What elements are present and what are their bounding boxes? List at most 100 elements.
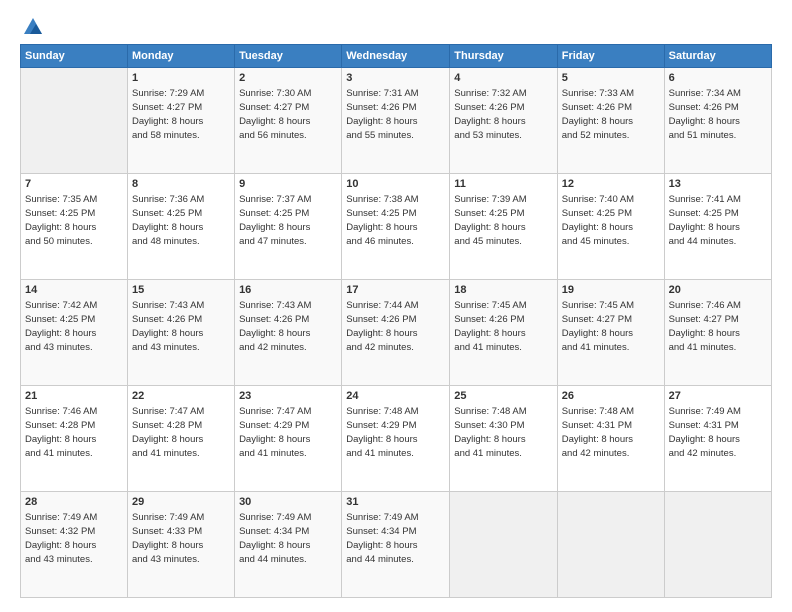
calendar-cell: 2Sunrise: 7:30 AMSunset: 4:27 PMDaylight… bbox=[235, 68, 342, 174]
day-info: Sunrise: 7:48 AMSunset: 4:29 PMDaylight:… bbox=[346, 405, 445, 460]
day-number: 20 bbox=[669, 283, 767, 298]
calendar-cell: 30Sunrise: 7:49 AMSunset: 4:34 PMDayligh… bbox=[235, 492, 342, 598]
logo-icon bbox=[22, 16, 44, 38]
calendar-cell bbox=[21, 68, 128, 174]
weekday-header-saturday: Saturday bbox=[664, 45, 771, 68]
calendar-cell: 22Sunrise: 7:47 AMSunset: 4:28 PMDayligh… bbox=[127, 386, 234, 492]
calendar-cell: 14Sunrise: 7:42 AMSunset: 4:25 PMDayligh… bbox=[21, 280, 128, 386]
day-info: Sunrise: 7:45 AMSunset: 4:26 PMDaylight:… bbox=[454, 299, 552, 354]
day-number: 28 bbox=[25, 495, 123, 510]
calendar-header: SundayMondayTuesdayWednesdayThursdayFrid… bbox=[21, 45, 772, 68]
day-info: Sunrise: 7:49 AMSunset: 4:34 PMDaylight:… bbox=[239, 511, 337, 566]
day-number: 9 bbox=[239, 177, 337, 192]
calendar-cell: 29Sunrise: 7:49 AMSunset: 4:33 PMDayligh… bbox=[127, 492, 234, 598]
calendar-cell: 18Sunrise: 7:45 AMSunset: 4:26 PMDayligh… bbox=[450, 280, 557, 386]
calendar-week-3: 21Sunrise: 7:46 AMSunset: 4:28 PMDayligh… bbox=[21, 386, 772, 492]
calendar-cell: 4Sunrise: 7:32 AMSunset: 4:26 PMDaylight… bbox=[450, 68, 557, 174]
day-number: 21 bbox=[25, 389, 123, 404]
day-info: Sunrise: 7:45 AMSunset: 4:27 PMDaylight:… bbox=[562, 299, 660, 354]
calendar-cell: 12Sunrise: 7:40 AMSunset: 4:25 PMDayligh… bbox=[557, 174, 664, 280]
day-number: 10 bbox=[346, 177, 445, 192]
day-number: 1 bbox=[132, 71, 230, 86]
calendar-cell: 21Sunrise: 7:46 AMSunset: 4:28 PMDayligh… bbox=[21, 386, 128, 492]
day-info: Sunrise: 7:43 AMSunset: 4:26 PMDaylight:… bbox=[239, 299, 337, 354]
calendar-week-4: 28Sunrise: 7:49 AMSunset: 4:32 PMDayligh… bbox=[21, 492, 772, 598]
calendar-cell: 27Sunrise: 7:49 AMSunset: 4:31 PMDayligh… bbox=[664, 386, 771, 492]
calendar-cell: 28Sunrise: 7:49 AMSunset: 4:32 PMDayligh… bbox=[21, 492, 128, 598]
calendar-cell: 15Sunrise: 7:43 AMSunset: 4:26 PMDayligh… bbox=[127, 280, 234, 386]
calendar-cell: 23Sunrise: 7:47 AMSunset: 4:29 PMDayligh… bbox=[235, 386, 342, 492]
weekday-header-tuesday: Tuesday bbox=[235, 45, 342, 68]
day-number: 15 bbox=[132, 283, 230, 298]
day-number: 18 bbox=[454, 283, 552, 298]
calendar-cell: 25Sunrise: 7:48 AMSunset: 4:30 PMDayligh… bbox=[450, 386, 557, 492]
day-number: 2 bbox=[239, 71, 337, 86]
day-info: Sunrise: 7:46 AMSunset: 4:28 PMDaylight:… bbox=[25, 405, 123, 460]
weekday-header-row: SundayMondayTuesdayWednesdayThursdayFrid… bbox=[21, 45, 772, 68]
calendar-cell: 19Sunrise: 7:45 AMSunset: 4:27 PMDayligh… bbox=[557, 280, 664, 386]
day-info: Sunrise: 7:34 AMSunset: 4:26 PMDaylight:… bbox=[669, 87, 767, 142]
calendar-table: SundayMondayTuesdayWednesdayThursdayFrid… bbox=[20, 44, 772, 598]
calendar-cell: 13Sunrise: 7:41 AMSunset: 4:25 PMDayligh… bbox=[664, 174, 771, 280]
calendar-cell: 26Sunrise: 7:48 AMSunset: 4:31 PMDayligh… bbox=[557, 386, 664, 492]
day-info: Sunrise: 7:41 AMSunset: 4:25 PMDaylight:… bbox=[669, 193, 767, 248]
calendar-cell: 24Sunrise: 7:48 AMSunset: 4:29 PMDayligh… bbox=[342, 386, 450, 492]
weekday-header-thursday: Thursday bbox=[450, 45, 557, 68]
day-info: Sunrise: 7:35 AMSunset: 4:25 PMDaylight:… bbox=[25, 193, 123, 248]
day-number: 17 bbox=[346, 283, 445, 298]
header bbox=[20, 18, 772, 34]
day-number: 27 bbox=[669, 389, 767, 404]
day-number: 11 bbox=[454, 177, 552, 192]
calendar-cell: 10Sunrise: 7:38 AMSunset: 4:25 PMDayligh… bbox=[342, 174, 450, 280]
calendar-cell bbox=[450, 492, 557, 598]
day-info: Sunrise: 7:38 AMSunset: 4:25 PMDaylight:… bbox=[346, 193, 445, 248]
day-number: 3 bbox=[346, 71, 445, 86]
day-info: Sunrise: 7:47 AMSunset: 4:28 PMDaylight:… bbox=[132, 405, 230, 460]
page: SundayMondayTuesdayWednesdayThursdayFrid… bbox=[0, 0, 792, 612]
logo bbox=[20, 18, 44, 34]
day-info: Sunrise: 7:31 AMSunset: 4:26 PMDaylight:… bbox=[346, 87, 445, 142]
day-number: 30 bbox=[239, 495, 337, 510]
calendar-cell: 8Sunrise: 7:36 AMSunset: 4:25 PMDaylight… bbox=[127, 174, 234, 280]
day-info: Sunrise: 7:49 AMSunset: 4:31 PMDaylight:… bbox=[669, 405, 767, 460]
calendar-cell: 7Sunrise: 7:35 AMSunset: 4:25 PMDaylight… bbox=[21, 174, 128, 280]
calendar-week-0: 1Sunrise: 7:29 AMSunset: 4:27 PMDaylight… bbox=[21, 68, 772, 174]
day-number: 6 bbox=[669, 71, 767, 86]
day-info: Sunrise: 7:33 AMSunset: 4:26 PMDaylight:… bbox=[562, 87, 660, 142]
day-number: 26 bbox=[562, 389, 660, 404]
day-number: 19 bbox=[562, 283, 660, 298]
calendar-cell: 31Sunrise: 7:49 AMSunset: 4:34 PMDayligh… bbox=[342, 492, 450, 598]
day-number: 5 bbox=[562, 71, 660, 86]
day-info: Sunrise: 7:39 AMSunset: 4:25 PMDaylight:… bbox=[454, 193, 552, 248]
day-info: Sunrise: 7:44 AMSunset: 4:26 PMDaylight:… bbox=[346, 299, 445, 354]
calendar-cell: 11Sunrise: 7:39 AMSunset: 4:25 PMDayligh… bbox=[450, 174, 557, 280]
day-number: 13 bbox=[669, 177, 767, 192]
day-info: Sunrise: 7:49 AMSunset: 4:33 PMDaylight:… bbox=[132, 511, 230, 566]
day-info: Sunrise: 7:32 AMSunset: 4:26 PMDaylight:… bbox=[454, 87, 552, 142]
day-info: Sunrise: 7:43 AMSunset: 4:26 PMDaylight:… bbox=[132, 299, 230, 354]
day-number: 16 bbox=[239, 283, 337, 298]
day-number: 4 bbox=[454, 71, 552, 86]
day-info: Sunrise: 7:29 AMSunset: 4:27 PMDaylight:… bbox=[132, 87, 230, 142]
calendar-cell: 1Sunrise: 7:29 AMSunset: 4:27 PMDaylight… bbox=[127, 68, 234, 174]
calendar-week-1: 7Sunrise: 7:35 AMSunset: 4:25 PMDaylight… bbox=[21, 174, 772, 280]
calendar-cell: 3Sunrise: 7:31 AMSunset: 4:26 PMDaylight… bbox=[342, 68, 450, 174]
day-number: 29 bbox=[132, 495, 230, 510]
day-number: 14 bbox=[25, 283, 123, 298]
day-number: 12 bbox=[562, 177, 660, 192]
day-info: Sunrise: 7:48 AMSunset: 4:31 PMDaylight:… bbox=[562, 405, 660, 460]
calendar-cell bbox=[557, 492, 664, 598]
weekday-header-sunday: Sunday bbox=[21, 45, 128, 68]
day-number: 25 bbox=[454, 389, 552, 404]
weekday-header-wednesday: Wednesday bbox=[342, 45, 450, 68]
day-number: 31 bbox=[346, 495, 445, 510]
day-info: Sunrise: 7:47 AMSunset: 4:29 PMDaylight:… bbox=[239, 405, 337, 460]
calendar-cell: 20Sunrise: 7:46 AMSunset: 4:27 PMDayligh… bbox=[664, 280, 771, 386]
day-number: 24 bbox=[346, 389, 445, 404]
calendar-cell: 6Sunrise: 7:34 AMSunset: 4:26 PMDaylight… bbox=[664, 68, 771, 174]
day-info: Sunrise: 7:46 AMSunset: 4:27 PMDaylight:… bbox=[669, 299, 767, 354]
calendar-body: 1Sunrise: 7:29 AMSunset: 4:27 PMDaylight… bbox=[21, 68, 772, 598]
calendar-cell: 9Sunrise: 7:37 AMSunset: 4:25 PMDaylight… bbox=[235, 174, 342, 280]
weekday-header-friday: Friday bbox=[557, 45, 664, 68]
calendar-cell: 5Sunrise: 7:33 AMSunset: 4:26 PMDaylight… bbox=[557, 68, 664, 174]
